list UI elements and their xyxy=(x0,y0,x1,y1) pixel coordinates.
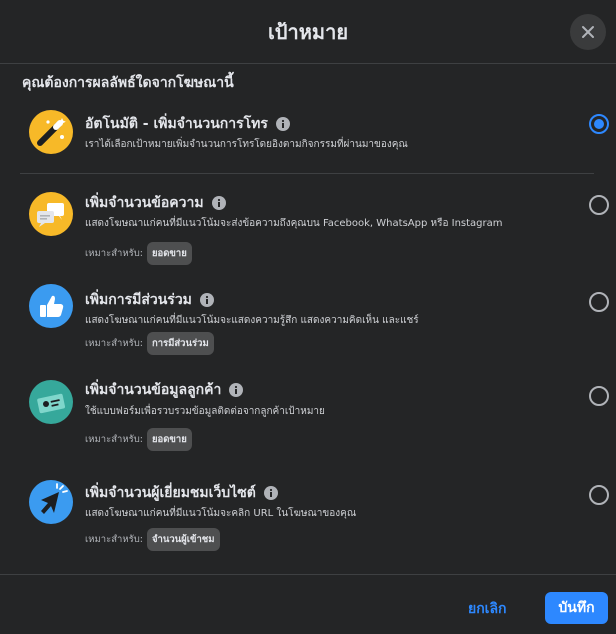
option-leads[interactable]: เพิ่มจำนวนข้อมูลลูกค้า ใช้แบบฟอร์มเพื่อร… xyxy=(0,368,616,458)
best-for-label: เหมาะสำหรับ: xyxy=(85,434,143,445)
option-title: เพิ่มการมีส่วนร่วม xyxy=(85,289,214,311)
best-for-label: เหมาะสำหรับ: xyxy=(85,338,143,349)
dialog-footer: ยกเลิก บันทึก xyxy=(0,580,616,634)
magic-wand-icon xyxy=(29,110,73,154)
dialog-header: เป้าหมาย xyxy=(0,0,616,64)
cancel-button[interactable]: ยกเลิก xyxy=(468,598,507,620)
option-messages[interactable]: เพิ่มจำนวนข้อความ แสดงโฆษณาแก่คนที่มีแนว… xyxy=(0,180,616,270)
thumbs-up-icon xyxy=(29,284,73,328)
option-website-visitors[interactable]: เพิ่มจำนวนผู้เยี่ยมชมเว็บไซต์ แสดงโฆษณาแ… xyxy=(0,470,616,560)
info-icon[interactable] xyxy=(229,383,244,397)
close-icon xyxy=(582,26,594,38)
info-icon[interactable] xyxy=(275,117,290,131)
best-for-label: เหมาะสำหรับ: xyxy=(85,534,143,545)
info-icon[interactable] xyxy=(263,486,278,500)
question-heading: คุณต้องการผลลัพธ์ใดจากโฆษณานี้ xyxy=(22,75,234,91)
option-title: เพิ่มจำนวนผู้เยี่ยมชมเว็บไซต์ xyxy=(85,482,278,504)
radio-unselected[interactable] xyxy=(589,386,609,406)
best-for-row: เหมาะสำหรับ: การมีส่วนร่วม xyxy=(85,332,214,355)
best-for-chip: จำนวนผู้เข้าชม xyxy=(146,528,220,551)
option-description: แสดงโฆษณาแก่คนที่มีแนวโน้มจะส่งข้อความถึ… xyxy=(85,218,503,229)
lead-card-icon xyxy=(29,380,73,424)
chat-bubble-icon xyxy=(29,192,73,236)
close-button[interactable] xyxy=(570,14,606,50)
best-for-row: เหมาะสำหรับ: ยอดขาย xyxy=(85,428,192,451)
best-for-label: เหมาะสำหรับ: xyxy=(85,248,143,259)
radio-unselected[interactable] xyxy=(589,292,609,312)
info-icon[interactable] xyxy=(199,293,214,307)
option-description: แสดงโฆษณาแก่คนที่มีแนวโน้มจะแสดงความรู้ส… xyxy=(85,315,419,326)
radio-unselected[interactable] xyxy=(589,485,609,505)
option-description: เราได้เลือกเป้าหมายเพิ่มจำนวนการโทรโดยอิ… xyxy=(85,139,408,150)
cursor-click-icon xyxy=(29,480,73,524)
option-description: แสดงโฆษณาแก่คนที่มีแนวโน้มจะคลิก URL ในโ… xyxy=(85,508,357,519)
best-for-row: เหมาะสำหรับ: จำนวนผู้เข้าชม xyxy=(85,528,220,551)
divider xyxy=(20,173,594,174)
dialog-title: เป้าหมาย xyxy=(267,20,349,44)
footer-divider xyxy=(0,574,616,575)
info-icon[interactable] xyxy=(211,196,226,210)
best-for-row: เหมาะสำหรับ: ยอดขาย xyxy=(85,242,192,265)
best-for-chip: การมีส่วนร่วม xyxy=(146,332,214,355)
option-auto-calls[interactable]: อัตโนมัติ - เพิ่มจำนวนการโทร เราได้เลือก… xyxy=(0,104,616,164)
best-for-chip: ยอดขาย xyxy=(146,428,192,451)
option-description: ใช้แบบฟอร์มเพื่อรวบรวมข้อมูลติดต่อจากลูก… xyxy=(85,406,325,417)
option-title: เพิ่มจำนวนข้อความ xyxy=(85,192,226,214)
option-title: อัตโนมัติ - เพิ่มจำนวนการโทร xyxy=(85,113,290,135)
save-button[interactable]: บันทึก xyxy=(545,592,608,624)
option-engagement[interactable]: เพิ่มการมีส่วนร่วม แสดงโฆษณาแก่คนที่มีแน… xyxy=(0,274,616,364)
radio-selected[interactable] xyxy=(589,114,609,134)
objective-dialog: เป้าหมาย คุณต้องการผลลัพธ์ใดจากโฆษณานี้ … xyxy=(0,0,616,634)
option-title: เพิ่มจำนวนข้อมูลลูกค้า xyxy=(85,379,244,401)
best-for-chip: ยอดขาย xyxy=(146,242,192,265)
radio-unselected[interactable] xyxy=(589,195,609,215)
